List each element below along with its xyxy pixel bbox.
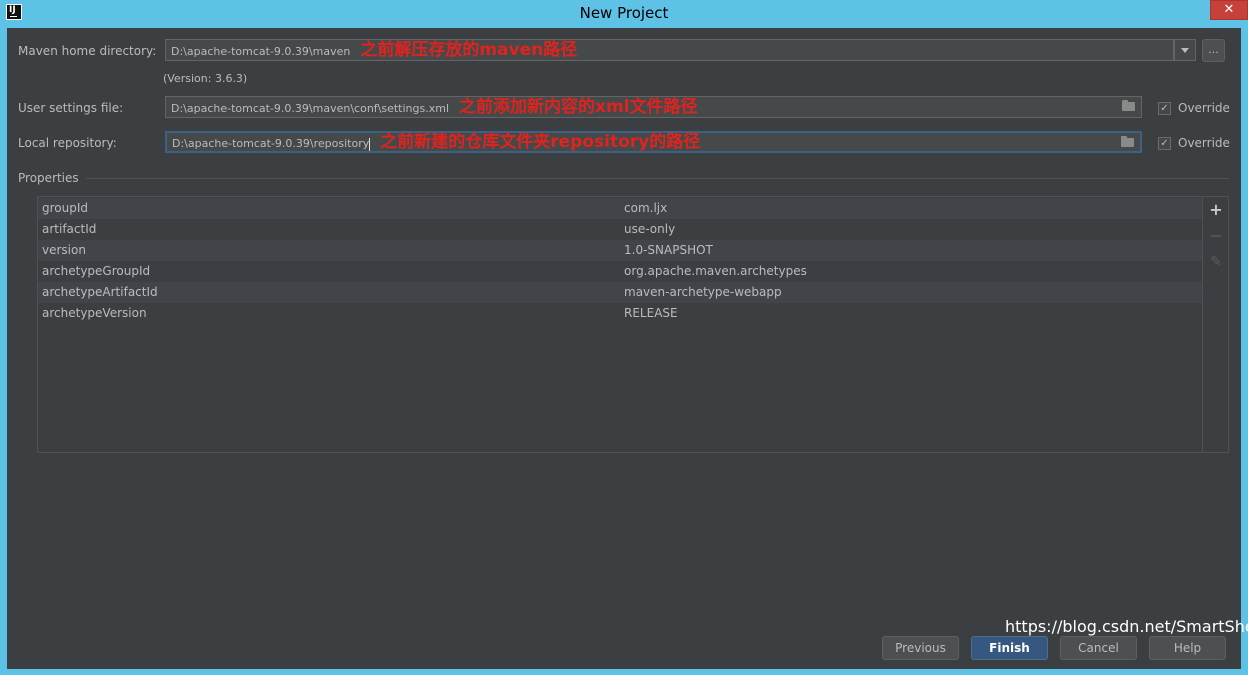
local-repository-override-label: Override [1178, 136, 1230, 150]
maven-home-dropdown-button[interactable] [1174, 39, 1196, 61]
local-repository-override-checkbox[interactable]: ✓ [1158, 137, 1171, 150]
edit-icon[interactable]: ✎ [1208, 254, 1224, 270]
maven-home-annotation: 之前解压存放的maven路径 [360, 40, 578, 60]
close-button[interactable]: ✕ [1210, 0, 1248, 20]
user-settings-value: D:\apache-tomcat-9.0.39\maven\conf\setti… [171, 102, 450, 115]
window-title: New Project [579, 4, 669, 22]
title-bar: IJ New Project ✕ [0, 0, 1248, 27]
local-repository-annotation: 之前新建的仓库文件夹repository的路径 [380, 132, 701, 152]
remove-icon[interactable]: − [1208, 228, 1224, 244]
table-row[interactable]: archetypeArtifactId maven-archetype-webap… [38, 282, 1202, 303]
folder-icon[interactable] [1121, 136, 1134, 147]
table-row[interactable]: archetypeVersion RELEASE [38, 303, 1202, 324]
local-repository-value: D:\apache-tomcat-9.0.39\repository [172, 137, 370, 150]
new-project-window: IJ New Project ✕ Maven home directory: D… [0, 0, 1248, 675]
maven-version-text: (Version: 3.6.3) [163, 72, 248, 85]
help-button[interactable]: Help [1149, 636, 1226, 660]
properties-table[interactable]: groupId com.ljx artifactId use-only versio… [37, 196, 1203, 453]
cancel-button[interactable]: Cancel [1060, 636, 1137, 660]
finish-button[interactable]: Finish [971, 636, 1048, 660]
maven-home-label: Maven home directory: [18, 44, 157, 58]
user-settings-field[interactable]: D:\apache-tomcat-9.0.39\maven\conf\setti… [165, 96, 1142, 118]
previous-button[interactable]: Previous [882, 636, 959, 660]
local-repository-label: Local repository: [18, 136, 117, 150]
add-icon[interactable]: + [1208, 202, 1224, 218]
local-repository-field[interactable]: D:\apache-tomcat-9.0.39\repository 之前新建的仓… [165, 131, 1142, 153]
user-settings-override-checkbox[interactable]: ✓ [1158, 102, 1171, 115]
properties-toolbar: + − ✎ [1203, 196, 1229, 453]
folder-icon[interactable] [1122, 100, 1135, 111]
table-row[interactable]: version 1.0-SNAPSHOT [38, 240, 1202, 261]
watermark-text: https://blog.csdn.net/SmartShepi [1005, 617, 1248, 636]
dialog-content: Maven home directory: D:\apache-tomcat-9… [7, 28, 1241, 669]
user-settings-override-label: Override [1178, 101, 1230, 115]
text-cursor [369, 137, 371, 151]
table-row[interactable]: artifactId use-only [38, 219, 1202, 240]
properties-separator [86, 178, 1229, 179]
table-row[interactable]: groupId com.ljx [38, 198, 1202, 219]
user-settings-annotation: 之前添加新内容的xml文件路径 [459, 97, 698, 117]
properties-label: Properties [18, 171, 79, 185]
maven-home-value: D:\apache-tomcat-9.0.39\maven [171, 45, 351, 58]
chevron-down-icon [1181, 48, 1189, 53]
table-row[interactable]: archetypeGroupId org.apache.maven.archety… [38, 261, 1202, 282]
maven-home-combobox[interactable]: D:\apache-tomcat-9.0.39\maven 之前解压存放的mave… [165, 39, 1174, 61]
browse-maven-home-button[interactable]: ... [1202, 39, 1225, 62]
user-settings-label: User settings file: [18, 101, 124, 115]
